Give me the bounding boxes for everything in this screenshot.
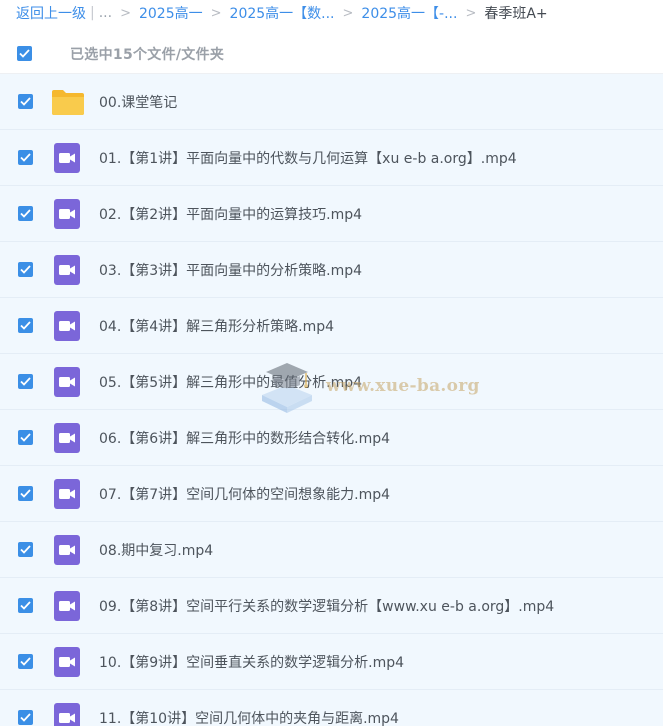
selection-count: 已选中15个文件/文件夹 <box>70 46 225 63</box>
video-file-icon <box>54 366 80 397</box>
video-file-icon <box>54 646 80 677</box>
file-row[interactable]: 05.【第5讲】解三角形中的最值分析.mp4 <box>0 354 663 410</box>
select-all-checkbox[interactable] <box>17 46 32 61</box>
file-browser: 返回上一级 | ... > 2025高一 > 2025高一【数... > 202… <box>0 0 663 726</box>
video-file-icon <box>54 422 80 453</box>
video-icon-wrap <box>53 589 81 623</box>
video-file-icon <box>54 534 80 565</box>
breadcrumb-current: 春季班A+ <box>484 6 548 22</box>
breadcrumb-item[interactable]: 2025高一【-... <box>361 3 457 23</box>
file-name[interactable]: 02.【第2讲】平面向量中的运算技巧.mp4 <box>99 204 362 224</box>
file-row[interactable]: 08.期中复习.mp4 <box>0 522 663 578</box>
video-file-icon <box>54 590 80 621</box>
video-icon-wrap <box>53 421 81 455</box>
file-checkbox[interactable] <box>18 94 33 109</box>
check-icon <box>20 321 31 330</box>
file-row[interactable]: 02.【第2讲】平面向量中的运算技巧.mp4 <box>0 186 663 242</box>
file-name[interactable]: 03.【第3讲】平面向量中的分析策略.mp4 <box>99 260 362 280</box>
file-row[interactable]: 11.【第10讲】空间几何体中的夹角与距离.mp4 <box>0 690 663 726</box>
video-file-icon <box>54 310 80 341</box>
video-icon-wrap <box>53 253 81 287</box>
breadcrumb-item[interactable]: 2025高一【数... <box>230 3 335 23</box>
file-checkbox[interactable] <box>18 206 33 221</box>
file-checkbox[interactable] <box>18 430 33 445</box>
video-icon-wrap <box>53 701 81 726</box>
breadcrumb-item[interactable]: 2025高一 <box>139 3 203 23</box>
file-checkbox[interactable] <box>18 598 33 613</box>
check-icon <box>20 433 31 442</box>
breadcrumb-divider: | <box>90 5 95 21</box>
breadcrumb: 返回上一级 | ... > 2025高一 > 2025高一【数... > 202… <box>0 0 663 26</box>
file-checkbox[interactable] <box>18 318 33 333</box>
chevron-right-icon: > <box>342 5 354 21</box>
file-name[interactable]: 10.【第9讲】空间垂直关系的数学逻辑分析.mp4 <box>99 652 404 672</box>
video-icon-wrap <box>53 645 81 679</box>
file-name[interactable]: 05.【第5讲】解三角形中的最值分析.mp4 <box>99 372 362 392</box>
file-checkbox[interactable] <box>18 542 33 557</box>
check-icon <box>20 97 31 106</box>
file-name[interactable]: 08.期中复习.mp4 <box>99 540 213 560</box>
file-row[interactable]: 01.【第1讲】平面向量中的代数与几何运算【xu e-b a.org】.mp4 <box>0 130 663 186</box>
file-row[interactable]: 03.【第3讲】平面向量中的分析策略.mp4 <box>0 242 663 298</box>
check-icon <box>20 657 31 666</box>
file-list: 00.课堂笔记 01.【第1讲】平面向量中的代数与几何运算【xu e-b a.or… <box>0 74 663 726</box>
video-file-icon <box>54 478 80 509</box>
video-icon-wrap <box>53 197 81 231</box>
breadcrumb-ellipsis[interactable]: ... <box>99 5 112 21</box>
file-name[interactable]: 01.【第1讲】平面向量中的代数与几何运算【xu e-b a.org】.mp4 <box>99 148 517 168</box>
video-file-icon <box>54 198 80 229</box>
file-checkbox[interactable] <box>18 262 33 277</box>
file-row[interactable]: 04.【第4讲】解三角形分析策略.mp4 <box>0 298 663 354</box>
video-file-icon <box>54 254 80 285</box>
file-checkbox[interactable] <box>18 486 33 501</box>
file-row[interactable]: 10.【第9讲】空间垂直关系的数学逻辑分析.mp4 <box>0 634 663 690</box>
file-checkbox[interactable] <box>18 150 33 165</box>
check-icon <box>20 377 31 386</box>
chevron-right-icon: > <box>210 5 222 21</box>
chevron-right-icon: > <box>465 5 477 21</box>
check-icon <box>20 265 31 274</box>
back-link[interactable]: 返回上一级 <box>16 3 86 23</box>
file-name[interactable]: 04.【第4讲】解三角形分析策略.mp4 <box>99 316 334 336</box>
file-row[interactable]: 00.课堂笔记 <box>0 74 663 130</box>
file-name[interactable]: 06.【第6讲】解三角形中的数形结合转化.mp4 <box>99 428 390 448</box>
file-row[interactable]: 09.【第8讲】空间平行关系的数学逻辑分析【www.xu e-b a.org】.… <box>0 578 663 634</box>
video-icon-wrap <box>53 533 81 567</box>
file-checkbox[interactable] <box>18 654 33 669</box>
file-name[interactable]: 00.课堂笔记 <box>99 92 177 112</box>
folder-icon <box>52 89 84 115</box>
video-icon-wrap <box>53 141 81 175</box>
check-icon <box>19 49 30 58</box>
check-icon <box>20 601 31 610</box>
file-row[interactable]: 07.【第7讲】空间几何体的空间想象能力.mp4 <box>0 466 663 522</box>
check-icon <box>20 489 31 498</box>
file-name[interactable]: 07.【第7讲】空间几何体的空间想象能力.mp4 <box>99 484 390 504</box>
selection-bar: 已选中15个文件/文件夹 <box>0 34 663 74</box>
file-checkbox[interactable] <box>18 374 33 389</box>
video-icon-wrap <box>53 309 81 343</box>
video-file-icon <box>54 142 80 173</box>
video-icon-wrap <box>53 477 81 511</box>
check-icon <box>20 713 31 722</box>
file-name[interactable]: 09.【第8讲】空间平行关系的数学逻辑分析【www.xu e-b a.org】.… <box>99 596 554 616</box>
check-icon <box>20 545 31 554</box>
file-name[interactable]: 11.【第10讲】空间几何体中的夹角与距离.mp4 <box>99 708 399 726</box>
folder-icon-wrap <box>51 85 85 119</box>
video-file-icon <box>54 702 80 726</box>
file-checkbox[interactable] <box>18 710 33 725</box>
check-icon <box>20 209 31 218</box>
video-icon-wrap <box>53 365 81 399</box>
file-row[interactable]: 06.【第6讲】解三角形中的数形结合转化.mp4 <box>0 410 663 466</box>
chevron-right-icon: > <box>120 5 131 21</box>
check-icon <box>20 153 31 162</box>
